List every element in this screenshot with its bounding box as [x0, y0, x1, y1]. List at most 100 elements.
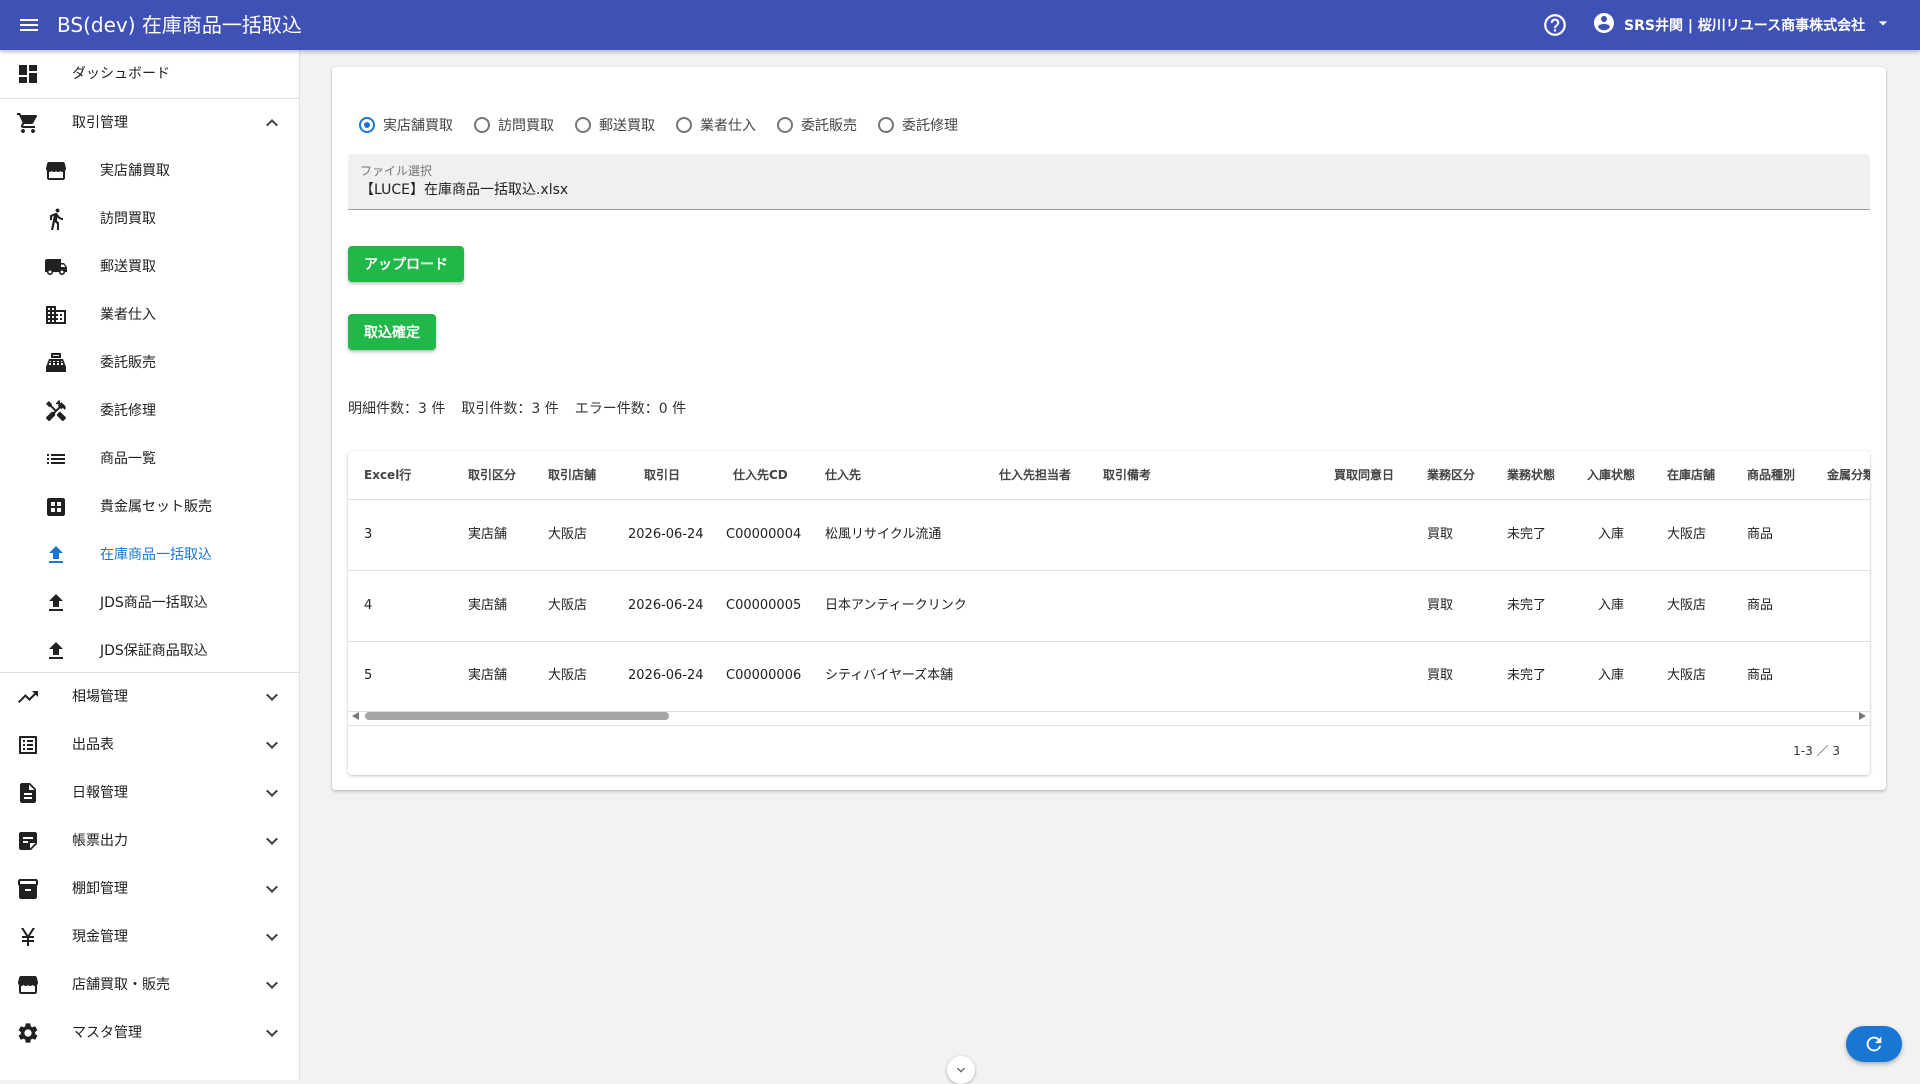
menu-icon[interactable] — [16, 13, 42, 37]
column-header[interactable]: 商品種別 — [1747, 451, 1795, 499]
user-name: SRS井関 | 桜川リユース商事株式会社 — [1624, 18, 1866, 34]
column-header[interactable]: 業務区分 — [1427, 451, 1475, 499]
column-header[interactable]: 取引店舗 — [548, 451, 596, 499]
detail-count: 明細件数：3 件 — [348, 401, 446, 417]
cell-supplier: 松風リサイクル流通 — [825, 527, 942, 542]
sidebar-item-store-purchase[interactable]: 実店舗買取 — [0, 147, 299, 195]
column-header[interactable]: 仕入先CD — [733, 451, 788, 499]
sidebar-item-cash[interactable]: 現金管理 — [0, 913, 299, 961]
sidebar-item-label: 実店舗買取 — [100, 163, 170, 179]
table-row[interactable]: 3 実店舗 大阪店 2026-06-24 C00000004 松風リサイクル流通… — [348, 500, 1870, 571]
scrollbar-thumb[interactable] — [365, 712, 669, 720]
chevron-up-icon — [260, 111, 284, 135]
sidebar-item-label: 郵送買取 — [100, 259, 156, 275]
sidebar-item-daily-report[interactable]: 日報管理 — [0, 769, 299, 817]
cell-supplier-cd: C00000006 — [726, 668, 802, 683]
sidebar-item-jds-bulk-import[interactable]: JDS商品一括取込 — [0, 579, 299, 627]
sidebar-item-label: 棚卸管理 — [72, 881, 128, 897]
cell-stock-store: 大阪店 — [1667, 598, 1707, 613]
scroll-left-icon[interactable] — [352, 712, 359, 720]
scroll-right-icon[interactable] — [1859, 712, 1866, 720]
column-header[interactable]: 業務状態 — [1507, 451, 1555, 499]
radio-store-purchase[interactable]: 実店舗買取 — [356, 115, 453, 135]
sidebar-item-label: JDS商品一括取込 — [100, 595, 208, 611]
sidebar-item-store-trade[interactable]: 店舗買取・販売 — [0, 961, 299, 1009]
list-icon — [44, 447, 68, 471]
user-menu-button[interactable]: SRS井関 | 桜川リユース商事株式会社 — [1592, 11, 1893, 39]
sidebar-item-product-list[interactable]: 商品一覧 — [0, 435, 299, 483]
sidebar-item-inventory[interactable]: 棚卸管理 — [0, 865, 299, 913]
sidebar-item-jds-warranty-import[interactable]: JDS保証商品取込 — [0, 627, 299, 675]
building-icon — [44, 303, 68, 327]
refresh-button[interactable] — [1846, 1026, 1902, 1062]
table-row[interactable]: 4 実店舗 大阪店 2026-06-24 C00000005 日本アンティークリ… — [348, 571, 1870, 642]
radio-consignment-repair[interactable]: 委託修理 — [875, 115, 958, 135]
sidebar-item-consignment-sales[interactable]: 委託販売 — [0, 339, 299, 387]
transaction-type-radio-group: 実店舗買取 訪問買取 郵送買取 業者仕入 委託販売 委託修理 — [356, 107, 976, 143]
cell-business-type: 買取 — [1427, 598, 1454, 613]
column-header[interactable]: 在庫店舗 — [1667, 451, 1715, 499]
file-select-field[interactable]: ファイル選択 【LUCE】在庫商品一括取込.xlsx — [348, 154, 1870, 210]
cell-business-type: 買取 — [1427, 527, 1454, 542]
cell-stock-store: 大阪店 — [1667, 527, 1707, 542]
radio-consignment-sales[interactable]: 委託販売 — [774, 115, 857, 135]
count-summary: 明細件数：3 件 取引件数：3 件 エラー件数：0 件 — [348, 398, 702, 418]
column-header[interactable]: 仕入先担当者 — [999, 451, 1071, 499]
truck-icon — [44, 255, 68, 279]
column-header[interactable]: 入庫状態 — [1587, 451, 1635, 499]
refresh-icon — [1866, 1036, 1882, 1052]
archive-icon — [16, 877, 40, 901]
cell-supplier-cd: C00000005 — [726, 598, 802, 613]
help-icon[interactable] — [1542, 12, 1568, 38]
column-header[interactable]: 取引日 — [644, 451, 680, 499]
cell-store: 大阪店 — [548, 598, 588, 613]
column-header[interactable]: 取引区分 — [468, 451, 516, 499]
sidebar-item-transactions[interactable]: 取引管理 — [0, 99, 299, 147]
column-header[interactable]: 取引備考 — [1103, 451, 1151, 499]
sidebar-item-label: 日報管理 — [72, 785, 128, 801]
sidebar-item-label: 委託修理 — [100, 403, 156, 419]
sidebar-item-mail-purchase[interactable]: 郵送買取 — [0, 243, 299, 291]
cell-excel-row: 5 — [364, 668, 373, 683]
column-header[interactable]: 仕入先 — [825, 451, 861, 499]
import-confirm-button[interactable]: 取込確定 — [348, 314, 436, 350]
dashboard-icon — [16, 62, 40, 86]
cell-supplier: 日本アンティークリンク — [825, 598, 967, 613]
sidebar-item-market-price[interactable]: 相場管理 — [0, 673, 299, 721]
table-row[interactable]: 5 実店舗 大阪店 2026-06-24 C00000006 シティバイヤーズ本… — [348, 641, 1870, 712]
yen-icon — [16, 925, 40, 949]
app-bar: BS(dev) 在庫商品一括取込 SRS井関 | 桜川リユース商事株式会社 — [0, 0, 1920, 50]
column-header[interactable]: 金属分類 — [1827, 451, 1870, 499]
sidebar-item-vendor-purchase[interactable]: 業者仕入 — [0, 291, 299, 339]
sidebar-item-master[interactable]: マスタ管理 — [0, 1009, 299, 1057]
radio-label: 業者仕入 — [700, 118, 756, 134]
radio-mail-purchase[interactable]: 郵送買取 — [572, 115, 655, 135]
horizontal-scrollbar[interactable] — [348, 708, 1870, 724]
upload-icon — [44, 543, 68, 567]
radio-vendor-purchase[interactable]: 業者仕入 — [673, 115, 756, 135]
upload-icon — [44, 591, 68, 615]
sidebar-item-report-output[interactable]: 帳票出力 — [0, 817, 299, 865]
column-header[interactable]: 買取同意日 — [1334, 451, 1394, 499]
sidebar-item-consignment-repair[interactable]: 委託修理 — [0, 387, 299, 435]
cell-stock-status: 入庫 — [1598, 668, 1625, 683]
radio-visit-purchase[interactable]: 訪問買取 — [471, 115, 554, 135]
sidebar-item-precious-metal-set[interactable]: 貴金属セット販売 — [0, 483, 299, 531]
import-table: Excel行 取引区分 取引店舗 取引日 仕入先CD 仕入先 仕入先担当者 取引… — [348, 451, 1870, 775]
sidebar-item-stock-bulk-import[interactable]: 在庫商品一括取込 — [0, 531, 299, 579]
cell-supplier-cd: C00000004 — [726, 527, 802, 542]
cart-icon — [16, 111, 40, 135]
upload-button[interactable]: アップロード — [348, 246, 464, 282]
radio-label: 実店舗買取 — [383, 118, 453, 134]
store-icon — [44, 159, 68, 183]
sidebar-item-visit-purchase[interactable]: 訪問買取 — [0, 195, 299, 243]
column-header[interactable]: Excel行 — [364, 451, 411, 499]
sidebar-item-dashboard[interactable]: ダッシュボード — [0, 50, 299, 98]
sidebar-item-label: ダッシュボード — [72, 66, 170, 82]
radio-checked-icon — [359, 117, 375, 133]
sidebar-item-label: 帳票出力 — [72, 833, 128, 849]
cell-store: 大阪店 — [548, 527, 588, 542]
chevron-down-icon — [260, 781, 284, 805]
store-icon — [16, 973, 40, 997]
sidebar-item-listing-sheet[interactable]: 出品表 — [0, 721, 299, 769]
